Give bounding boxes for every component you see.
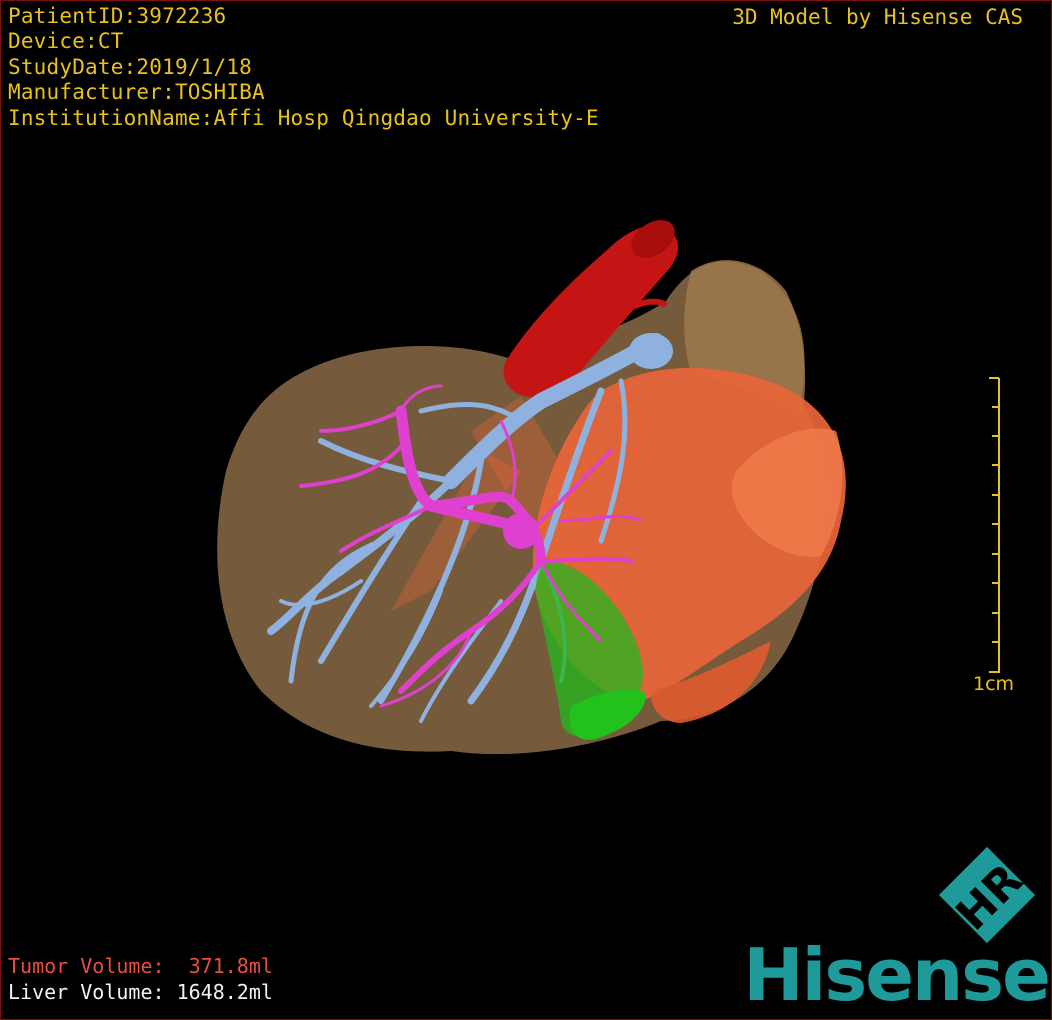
liver-volume: Liver Volume: 1648.2ml <box>8 980 273 1004</box>
liver-3d-model[interactable] <box>1 1 1051 1019</box>
hepatic-vessel-confluence <box>503 513 539 549</box>
device: Device:CT <box>8 29 124 53</box>
scale-bar-label: 1cm <box>973 673 1015 695</box>
hisense-logo-word: Hisense <box>743 933 1051 1017</box>
manufacturer: Manufacturer:TOSHIBA <box>8 80 265 104</box>
institution-name: InstitutionName:Affi Hosp Qingdao Univer… <box>8 106 599 130</box>
render-viewport[interactable]: PatientID:3972236 Device:CT StudyDate:20… <box>0 0 1052 1020</box>
patient-id: PatientID:3972236 <box>8 4 227 28</box>
tumor-volume: Tumor Volume: 371.8ml <box>8 954 273 978</box>
logo-mark-text: HR <box>946 854 1032 940</box>
study-date: StudyDate:2019/1/18 <box>8 55 253 79</box>
brand-caption: 3D Model by Hisense CAS <box>732 5 1023 29</box>
portal-vein-trunk <box>629 333 673 369</box>
scale-bar <box>989 377 1000 673</box>
